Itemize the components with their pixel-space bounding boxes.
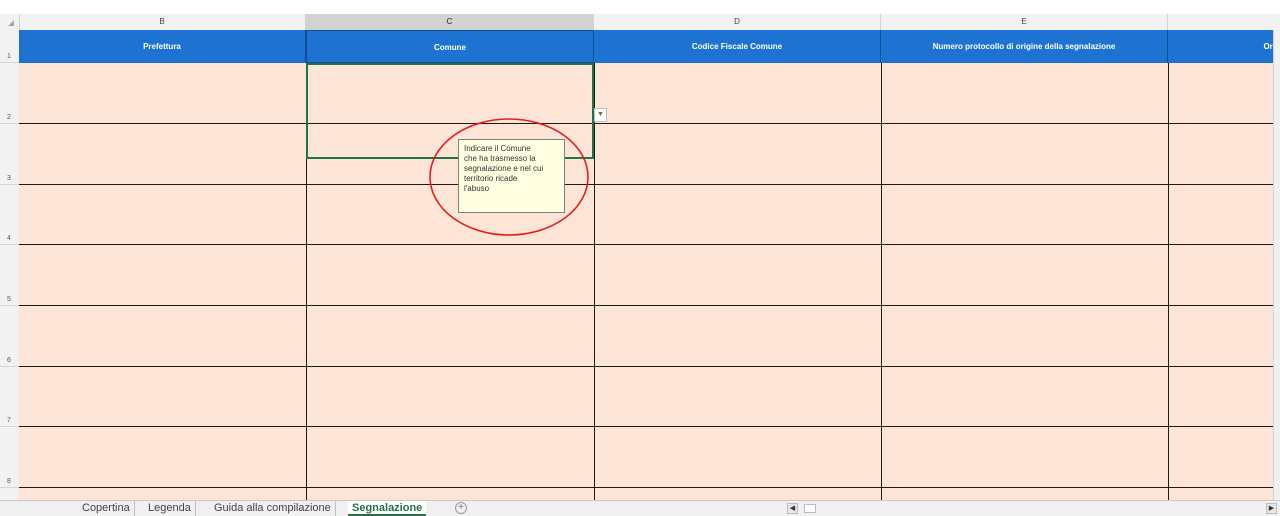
vertical-scrollbar[interactable]	[1273, 30, 1280, 500]
scroll-thumb[interactable]	[804, 504, 816, 513]
scroll-left-icon[interactable]: ◀	[787, 503, 798, 514]
scroll-right-icon[interactable]: ▶	[1266, 503, 1277, 514]
sheet-tab-bar: Copertina Legenda Guida alla compilazion…	[0, 500, 1280, 516]
plus-icon[interactable]: +	[455, 502, 467, 514]
tab-legenda[interactable]: Legenda	[144, 501, 196, 516]
horizontal-scrollbar[interactable]: ◀ ▶	[787, 503, 1277, 514]
tab-copertina[interactable]: Copertina	[78, 501, 135, 516]
annotation-ellipse	[429, 118, 589, 236]
tab-guida[interactable]: Guida alla compilazione	[210, 501, 336, 516]
tab-segnalazione[interactable]: Segnalazione	[348, 501, 427, 516]
